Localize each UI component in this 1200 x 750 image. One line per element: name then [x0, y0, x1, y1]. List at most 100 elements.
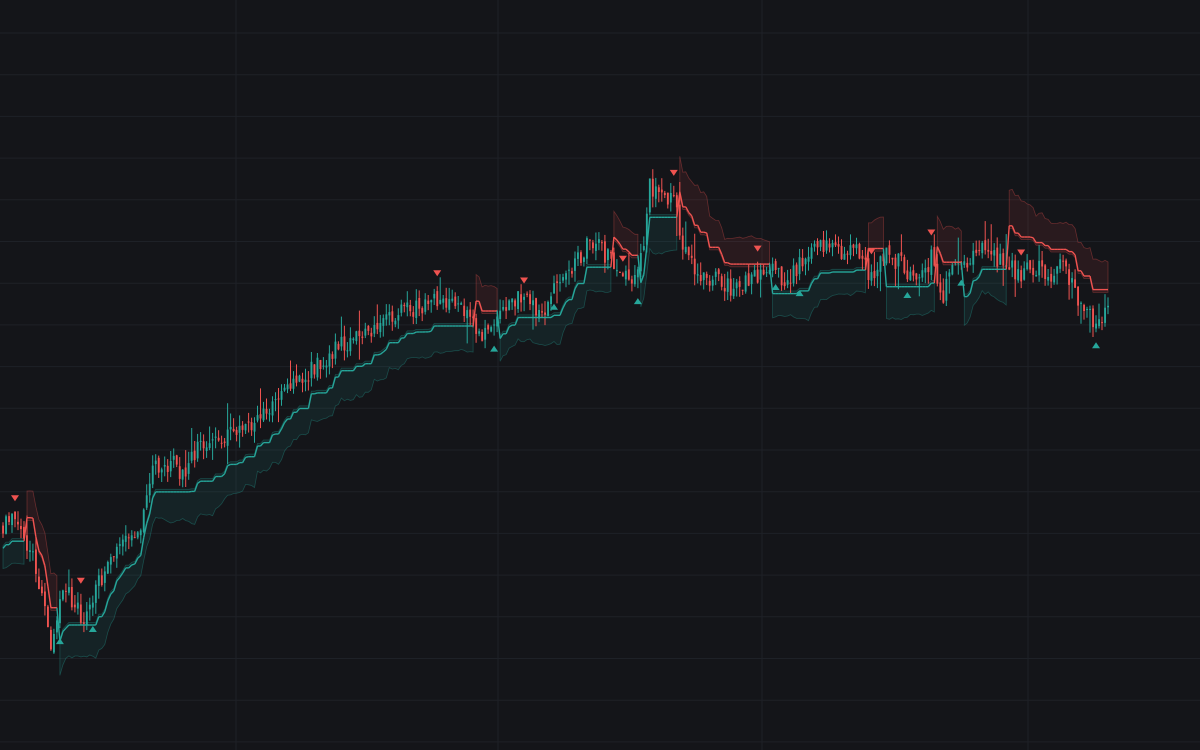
candle-body: [843, 253, 846, 260]
candle-body: [442, 298, 445, 303]
candle-body: [32, 551, 34, 553]
candle-body: [208, 443, 211, 448]
candle-body: [942, 290, 945, 303]
candle-body: [744, 275, 747, 292]
candle-body: [1023, 268, 1026, 280]
candle-body: [352, 338, 355, 341]
candle-body: [343, 336, 346, 351]
candle-body: [553, 283, 555, 294]
candle-body: [858, 243, 861, 259]
candle-body: [223, 441, 226, 443]
candle-body: [523, 296, 525, 300]
candle-body: [1077, 286, 1079, 306]
candle-body: [11, 513, 13, 525]
candle-body: [430, 300, 433, 303]
candle-body: [478, 331, 481, 334]
candle-body: [466, 310, 469, 319]
candle-body: [445, 298, 448, 308]
candle-body: [1032, 267, 1035, 275]
candle-body: [822, 239, 825, 252]
candle-body: [337, 343, 340, 350]
candle-body: [73, 604, 76, 608]
candle-body: [274, 399, 277, 401]
candle-body: [487, 325, 490, 330]
candle-body: [289, 383, 292, 389]
candle-body: [361, 336, 364, 338]
candle-body: [433, 293, 436, 299]
candle-body: [418, 298, 421, 309]
candle-body: [307, 380, 310, 382]
candle-body: [798, 257, 801, 275]
candle-body: [292, 378, 295, 389]
candle-body: [50, 629, 52, 650]
candle-body: [358, 330, 361, 337]
candle-body: [720, 276, 723, 287]
candle-body: [759, 269, 762, 280]
candle-body: [1062, 260, 1065, 262]
candle-body: [589, 239, 591, 241]
candle-body: [708, 280, 711, 286]
trailing-stop-segment: [1029, 236, 1034, 239]
candle-body: [735, 282, 738, 289]
candle-body: [511, 298, 514, 303]
candle-body: [861, 255, 864, 259]
candle-body: [592, 242, 594, 249]
candle-body: [801, 257, 804, 267]
candle-body: [373, 325, 376, 334]
candle-body: [163, 465, 166, 467]
candle-body: [280, 391, 283, 400]
candle-body: [807, 256, 810, 262]
candle-body: [583, 257, 585, 262]
candle-body: [813, 243, 816, 247]
candle-body: [382, 318, 385, 326]
candle-body: [550, 296, 552, 304]
candle-body: [1089, 309, 1091, 310]
candle-body: [577, 252, 579, 259]
candle-body: [1050, 273, 1053, 282]
candle-body: [705, 273, 708, 278]
candle-body: [595, 243, 597, 251]
trailing-stop-segment: [272, 433, 276, 436]
candle-body: [627, 269, 630, 280]
candle-body: [409, 305, 412, 312]
candle-body: [565, 273, 567, 280]
candle-body: [906, 270, 909, 280]
candle-body: [172, 455, 175, 460]
candle-body: [196, 441, 199, 459]
candle-body: [747, 273, 750, 286]
candle-body: [379, 323, 382, 333]
candle-body: [118, 544, 121, 546]
candle-body: [334, 341, 337, 359]
candle-body: [400, 304, 403, 313]
candle-body: [397, 315, 400, 321]
candle-body: [424, 299, 427, 312]
candle-body: [1029, 260, 1032, 270]
candle-body: [184, 467, 187, 477]
candle-body: [268, 413, 271, 415]
candle-body: [1044, 265, 1047, 279]
candle-body: [394, 320, 397, 325]
candle-body: [295, 375, 298, 383]
candle-body: [115, 546, 118, 559]
candle-body: [166, 465, 169, 472]
candle-body: [604, 241, 606, 263]
candle-body: [82, 622, 85, 624]
candle-body: [999, 253, 1002, 265]
candle-body: [642, 246, 645, 251]
candle-body: [1041, 260, 1044, 267]
candle-body: [322, 365, 325, 367]
trailing-stop-segment: [972, 279, 977, 282]
candle-body: [966, 262, 969, 268]
candle-body: [367, 326, 370, 331]
candle-body: [328, 353, 331, 367]
candle-body: [978, 250, 981, 252]
candle-body: [810, 247, 813, 259]
candle-body: [1038, 260, 1041, 276]
candle-body: [91, 602, 94, 608]
candlestick-chart[interactable]: [0, 0, 1200, 750]
candle-body: [133, 537, 136, 539]
candle-body: [783, 282, 786, 287]
trailing-stop-segment: [188, 490, 192, 493]
candle-body: [765, 272, 768, 274]
candle-body: [930, 249, 933, 275]
